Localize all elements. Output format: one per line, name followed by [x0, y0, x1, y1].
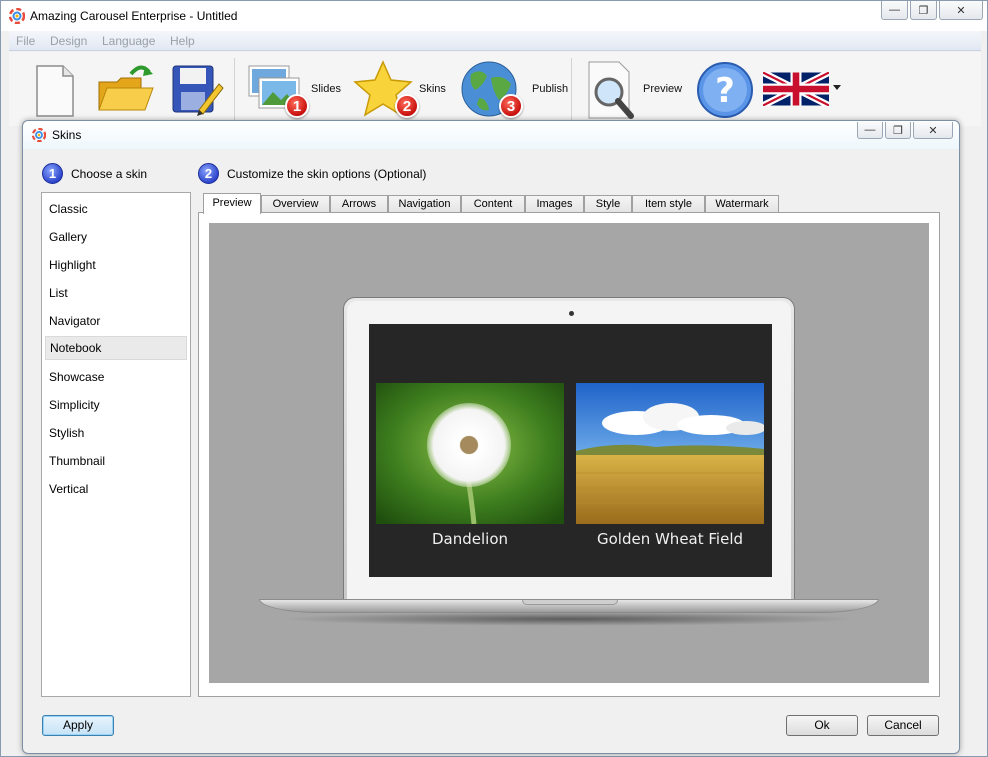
skin-item-notebook[interactable]: Notebook [45, 336, 187, 360]
slides-label: Slides [311, 83, 341, 95]
preview-area: Dandelion Golden Wheat Field [209, 223, 929, 683]
laptop-notch [522, 600, 618, 605]
uk-flag-icon[interactable] [763, 72, 829, 106]
save-icon[interactable] [169, 60, 225, 120]
preview-panel: Dandelion Golden Wheat Field [198, 212, 940, 697]
toolbar-separator [571, 58, 572, 120]
slides-button[interactable]: 1 Slides [245, 60, 345, 120]
cancel-button[interactable]: Cancel [867, 715, 939, 736]
minimize-button[interactable]: — [881, 1, 908, 20]
slides-badge: 1 [285, 94, 309, 118]
wheat-field-image[interactable] [576, 383, 764, 524]
laptop-lid: Dandelion Golden Wheat Field [343, 297, 795, 603]
dialog-title-bar: Skins — ❐ ✕ [23, 121, 959, 149]
dialog-close-button[interactable]: ✕ [913, 122, 953, 139]
step2-circle: 2 [198, 163, 219, 184]
publish-label: Publish [532, 83, 569, 95]
preview-button[interactable]: Preview [583, 60, 689, 120]
carousel-screen: Dandelion Golden Wheat Field [369, 324, 772, 577]
svg-text:?: ? [715, 71, 735, 111]
tab-arrows[interactable]: Arrows [330, 195, 388, 213]
dialog-window-controls: — ❐ ✕ [855, 122, 953, 139]
tab-content[interactable]: Content [461, 195, 525, 213]
main-window: Amazing Carousel Enterprise - Untitled —… [0, 0, 988, 757]
help-icon[interactable]: ? [695, 60, 755, 120]
dialog-minimize-button[interactable]: — [857, 122, 883, 139]
menu-file[interactable]: File [16, 34, 35, 48]
dandelion-caption: Dandelion [431, 530, 509, 548]
step1-circle: 1 [42, 163, 63, 184]
skin-item-vertical[interactable]: Vertical [45, 477, 187, 501]
step2-label: Customize the skin options (Optional) [227, 167, 427, 181]
laptop-shadow [279, 612, 859, 626]
window-title: Amazing Carousel Enterprise - Untitled [30, 9, 238, 23]
menu-help[interactable]: Help [170, 34, 195, 48]
publish-badge: 3 [499, 94, 523, 118]
skin-item-classic[interactable]: Classic [45, 197, 187, 221]
menu-bar: File Design Language Help [9, 31, 981, 51]
skin-item-stylish[interactable]: Stylish [45, 421, 187, 445]
magnifier-icon [588, 61, 634, 119]
step1-label: Choose a skin [71, 167, 148, 181]
skin-item-gallery[interactable]: Gallery [45, 225, 187, 249]
chevron-down-icon[interactable] [833, 85, 841, 91]
tab-overview[interactable]: Overview [261, 195, 330, 213]
close-button[interactable]: ✕ [939, 1, 983, 20]
skin-item-highlight[interactable]: Highlight [45, 253, 187, 277]
ok-button[interactable]: Ok [786, 715, 858, 736]
skins-dialog: Skins — ❐ ✕ 1 Choose a skin 2 Customize … [22, 120, 960, 754]
toolbar-separator [234, 58, 235, 120]
tab-preview[interactable]: Preview [203, 193, 261, 214]
skin-item-navigator[interactable]: Navigator [45, 309, 187, 333]
dialog-logo-icon [32, 128, 46, 142]
preview-label: Preview [643, 83, 683, 95]
tab-images[interactable]: Images [525, 195, 584, 213]
restore-button[interactable]: ❐ [910, 1, 937, 20]
dandelion-image[interactable] [376, 383, 564, 524]
skin-item-showcase[interactable]: Showcase [45, 365, 187, 389]
toolbar: 1 Slides 2 Skins 3 Publish Preview ? [9, 52, 981, 126]
dialog-restore-button[interactable]: ❐ [885, 122, 911, 139]
open-folder-icon[interactable] [95, 60, 157, 120]
app-logo-icon [9, 8, 25, 24]
apply-button[interactable]: Apply [42, 715, 114, 736]
camera-dot [569, 311, 574, 316]
tab-watermark[interactable]: Watermark [705, 195, 779, 213]
skin-list: Classic Gallery Highlight List Navigator… [41, 192, 191, 697]
dialog-title: Skins [52, 128, 82, 142]
skin-item-list[interactable]: List [45, 281, 187, 305]
tab-navigation[interactable]: Navigation [388, 195, 461, 213]
tab-item-style[interactable]: Item style [632, 195, 705, 213]
new-file-icon[interactable] [31, 60, 79, 120]
title-bar: Amazing Carousel Enterprise - Untitled —… [1, 1, 987, 31]
menu-design[interactable]: Design [50, 34, 87, 48]
tab-style[interactable]: Style [584, 195, 632, 213]
window-controls: — ❐ ✕ [879, 1, 983, 20]
skin-item-simplicity[interactable]: Simplicity [45, 393, 187, 417]
publish-button[interactable]: 3 Publish [459, 60, 569, 120]
skins-badge: 2 [395, 94, 419, 118]
laptop-base [259, 599, 879, 613]
wheat-field-caption: Golden Wheat Field [596, 530, 744, 548]
skins-button[interactable]: 2 Skins [353, 60, 449, 120]
skins-label: Skins [419, 83, 446, 95]
laptop-bezel: Dandelion Golden Wheat Field [347, 301, 791, 601]
skin-item-thumbnail[interactable]: Thumbnail [45, 449, 187, 473]
menu-language[interactable]: Language [102, 34, 155, 48]
